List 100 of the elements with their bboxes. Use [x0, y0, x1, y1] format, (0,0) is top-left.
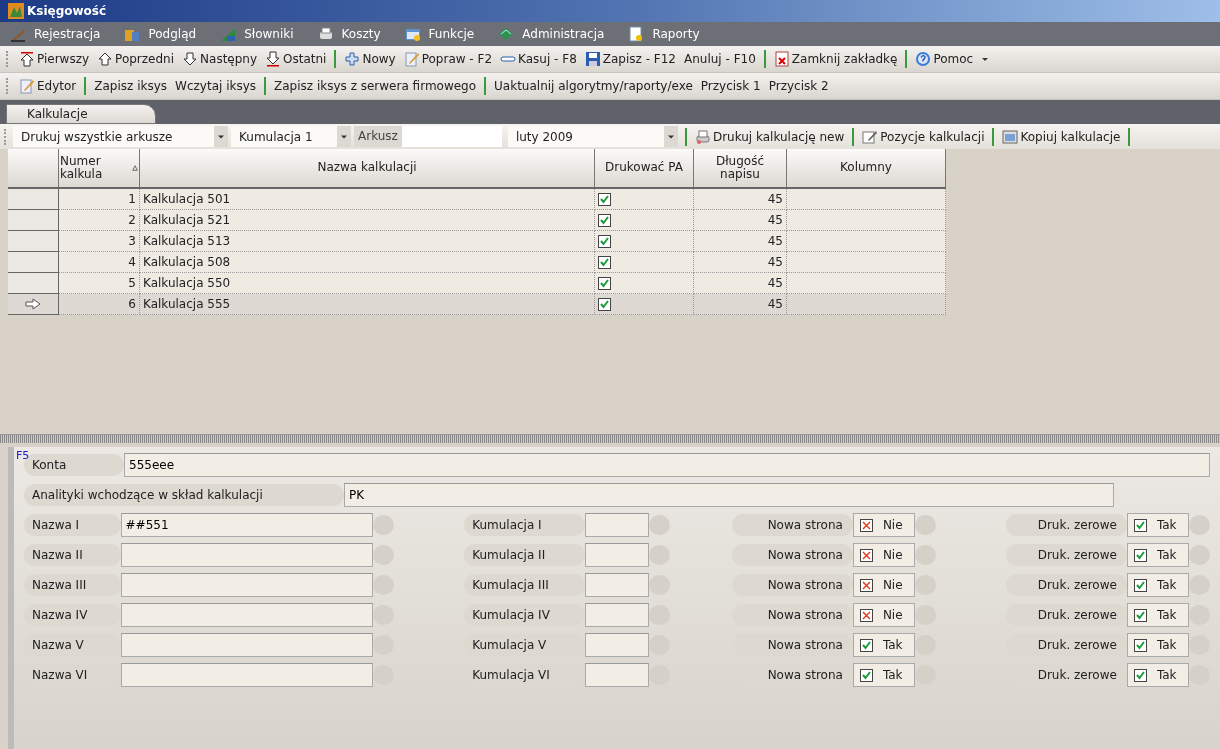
menu-item[interactable]: Rejestracja [6, 26, 105, 42]
checkbox[interactable]: Tak [1126, 603, 1189, 627]
input-field[interactable] [120, 663, 373, 687]
toolbar-button[interactable]: Pomoc [911, 51, 994, 67]
toolbar-button[interactable]: Nowy [340, 51, 400, 67]
input-field[interactable]: PK [344, 483, 1114, 507]
field-label: Nowa strona [731, 514, 853, 536]
column-header[interactable]: Nazwa kalkulacji [139, 149, 595, 188]
toolbar-button[interactable]: Zapisz iksys z serwera firmowego [270, 79, 481, 93]
menu-item[interactable]: Słowniki [216, 26, 298, 42]
toolbar-button[interactable]: Edytor [15, 78, 81, 94]
field-end-cap [914, 635, 936, 655]
menu-item[interactable]: Raporty [624, 26, 704, 42]
input-field[interactable] [584, 603, 649, 627]
checked-checkbox[interactable] [598, 192, 611, 206]
field-label: Nazwa I [24, 514, 121, 536]
sheet-field[interactable] [401, 126, 502, 147]
field-label: Druk. zerowe [1005, 574, 1127, 596]
field-label: Kumulacja III [464, 574, 585, 596]
checked-checkbox[interactable] [598, 276, 611, 290]
checkbox[interactable]: Tak [1126, 573, 1189, 597]
menu-item[interactable]: Administracja [494, 26, 609, 42]
field-label: Nowa strona [731, 604, 853, 626]
input-field[interactable] [120, 603, 373, 627]
toolbar-button[interactable]: Zapisz iksys [90, 79, 172, 93]
checkmark-icon [1133, 518, 1147, 532]
checkbox[interactable]: Tak [1126, 543, 1189, 567]
toolbar-button[interactable]: Następny [178, 51, 262, 67]
toolbar-button[interactable]: Poprzedni [93, 51, 179, 67]
column-header[interactable]: Drukować PA [594, 149, 694, 188]
toolbar-button[interactable]: Przycisk 1 [696, 79, 765, 93]
month-dropdown[interactable]: luty 2009 [507, 126, 678, 147]
checkbox[interactable]: Tak [852, 633, 915, 657]
checked-checkbox[interactable] [598, 255, 611, 269]
toolbar-button[interactable]: Pozycje kalkulacji [858, 128, 989, 145]
toolbar-button[interactable]: Wczytaj iksys [171, 79, 261, 93]
input-field[interactable]: 555eee [124, 453, 1210, 477]
field-label: Nowa strona [731, 574, 853, 596]
field-end-cap [1188, 665, 1210, 685]
menu-item[interactable]: Podgląd [120, 26, 201, 42]
cumulation-dropdown[interactable]: Kumulacja 1 [231, 126, 351, 147]
checkmark-icon [859, 668, 873, 682]
checked-checkbox[interactable] [598, 234, 611, 248]
checked-checkbox[interactable] [598, 297, 611, 311]
menu-item[interactable]: Koszty [313, 26, 385, 42]
cross-icon [859, 578, 873, 592]
close-document-icon [773, 51, 790, 67]
input-field[interactable]: ##551 [120, 513, 373, 537]
plus-icon [344, 51, 361, 67]
toolbar-button[interactable]: Pierwszy [15, 51, 94, 67]
column-header[interactable]: Kolumny [786, 149, 946, 188]
splitter-bar[interactable] [0, 434, 1220, 443]
field-end-cap [914, 605, 936, 625]
column-header[interactable]: Długość napisu [693, 149, 787, 188]
field-label: Druk. zerowe [1005, 544, 1127, 566]
print-mode-dropdown[interactable]: Drukuj wszystkie arkusze [13, 126, 228, 147]
column-header[interactable]: Numer kalkula [58, 149, 140, 188]
input-field[interactable] [584, 513, 649, 537]
input-field[interactable] [584, 663, 649, 687]
toolbar-button[interactable]: Drukuj kalkulację new [690, 128, 849, 145]
toolbar-button[interactable]: Uaktualnij algorytmy/raporty/exe [490, 79, 697, 93]
input-field[interactable] [120, 543, 373, 567]
checkbox[interactable]: Tak [1126, 633, 1189, 657]
field-end-cap [372, 635, 395, 655]
field-label: Kumulacja II [464, 544, 585, 566]
toolbar-button[interactable]: Ostatni [261, 51, 331, 67]
checkbox[interactable]: Nie [852, 603, 915, 627]
toolbar-button[interactable]: Anuluj - F10 [680, 52, 760, 66]
input-field[interactable] [584, 543, 649, 567]
input-field[interactable] [120, 573, 373, 597]
toolbar-button[interactable]: Zapisz - F12 [580, 51, 680, 67]
input-field[interactable] [120, 633, 373, 657]
checkbox[interactable]: Nie [852, 543, 915, 567]
field-end-cap [1188, 635, 1210, 655]
table-cell: Kalkulacja 521 [139, 209, 595, 231]
up-arrow-icon [97, 51, 114, 67]
checkmark-icon [1133, 638, 1147, 652]
field-end-cap [914, 545, 936, 565]
checkbox[interactable]: Nie [852, 513, 915, 537]
checkbox[interactable]: Tak [1126, 663, 1189, 687]
checked-checkbox[interactable] [598, 213, 611, 227]
field-label: Druk. zerowe [1005, 604, 1127, 626]
checkbox[interactable]: Tak [1126, 513, 1189, 537]
toolbar-button[interactable]: Zamknij zakładkę [769, 51, 902, 67]
checkbox[interactable]: Tak [852, 663, 915, 687]
menu-item[interactable]: Funkcje [400, 26, 479, 42]
input-field[interactable] [584, 573, 649, 597]
toolbar-button[interactable]: Kasuj - F8 [496, 51, 581, 67]
checkbox[interactable]: Nie [852, 573, 915, 597]
toolbar-button[interactable]: Kopiuj kalkulacje [998, 128, 1125, 145]
caret-icon [981, 55, 990, 63]
toolbar-button[interactable]: Przycisk 2 [764, 79, 833, 93]
toolbar-button[interactable]: Popraw - F2 [399, 51, 497, 67]
table-cell: Kalkulacja 550 [139, 272, 595, 294]
checkmark-icon [1133, 608, 1147, 622]
field-end-cap [372, 575, 395, 595]
tab[interactable]: Kalkulacje [6, 104, 156, 124]
field-end-cap [648, 635, 670, 655]
field-label: Kumulacja V [464, 634, 585, 656]
input-field[interactable] [584, 633, 649, 657]
